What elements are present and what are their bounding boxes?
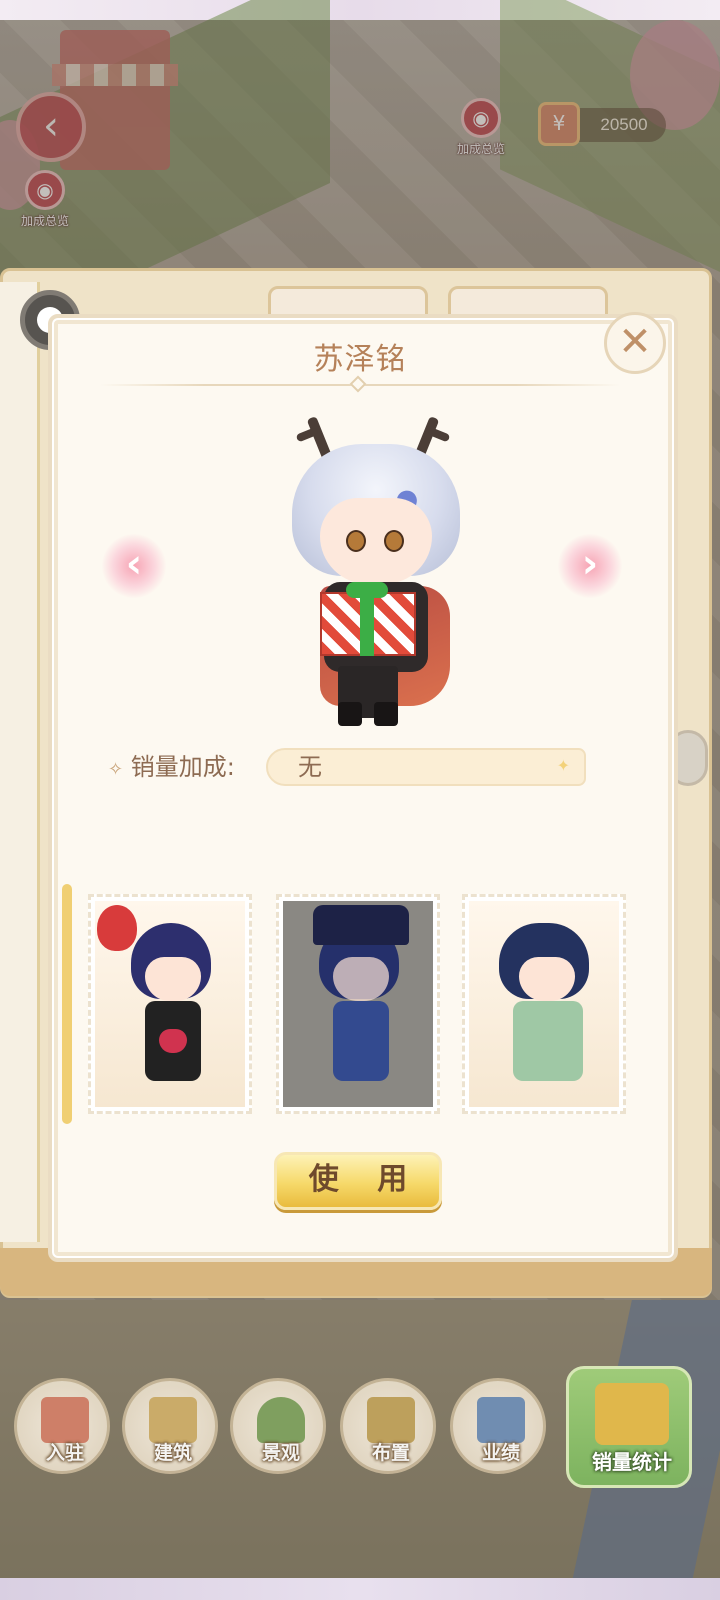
nav-building[interactable]: 建筑: [122, 1378, 218, 1474]
bottom-nav: 入驻 建筑 景观 布置 业绩 销量统计: [0, 1366, 720, 1496]
nav-performance[interactable]: 业绩: [450, 1378, 546, 1474]
prev-outfit-button[interactable]: ‹: [102, 534, 166, 598]
mini-body: [333, 1001, 389, 1081]
nav-label: 布置: [371, 1442, 410, 1464]
outfit-card[interactable]: [88, 894, 252, 1114]
sales-bonus-value: 无: [298, 753, 322, 781]
nav-label: 业绩: [481, 1442, 520, 1464]
tree-icon: [257, 1397, 305, 1443]
sparkle-icon: ✧: [108, 759, 124, 780]
nav-landscape[interactable]: 景观: [230, 1378, 326, 1474]
sales-bonus-label-text: 销量加成:: [130, 753, 235, 781]
nav-label: 入驻: [45, 1442, 84, 1464]
portrait-eye: [384, 530, 404, 552]
gift-bow: [346, 582, 388, 598]
chevron-right-icon: ›: [581, 541, 599, 587]
chevron-left-icon: ‹: [125, 541, 143, 587]
portrait-boot: [338, 702, 362, 726]
mini-face: [145, 957, 201, 1001]
mini-body: [513, 1001, 583, 1081]
nav-decorate[interactable]: 布置: [340, 1378, 436, 1474]
sales-stats-button[interactable]: 销量统计: [566, 1366, 692, 1488]
gift-ribbon: [360, 592, 374, 656]
decor-icon: [367, 1397, 415, 1443]
mini-face: [519, 957, 575, 1001]
portrait-eye: [346, 530, 366, 552]
shop-icon: [41, 1397, 89, 1443]
building-icon: [149, 1397, 197, 1443]
status-bar: [0, 0, 720, 20]
outfit-thumbnail: [95, 901, 245, 1107]
outfit-thumbnail: [469, 901, 619, 1107]
sales-stats-icon: [595, 1383, 669, 1445]
sales-bonus-row: ✧ 销量加成: 无 ✦: [108, 746, 608, 788]
sales-bonus-value-box: 无 ✦: [266, 748, 586, 786]
gesture-bar: [0, 1578, 720, 1600]
close-icon: ✕: [618, 319, 652, 365]
nav-settle-in[interactable]: 入驻: [14, 1378, 110, 1474]
book-page: [0, 282, 40, 1242]
next-outfit-button[interactable]: ›: [558, 534, 622, 598]
portrait-boot: [374, 702, 398, 726]
balloon-icon: [97, 905, 137, 951]
chart-icon: [477, 1397, 525, 1443]
close-button[interactable]: ✕: [604, 312, 666, 374]
outfit-card[interactable]: [276, 894, 440, 1114]
sales-bonus-label: ✧ 销量加成:: [108, 746, 235, 791]
hat-icon: [313, 905, 409, 945]
use-button[interactable]: 使 用: [274, 1152, 442, 1210]
sales-stats-label: 销量统计: [592, 1450, 672, 1474]
heart-icon: [159, 1029, 187, 1053]
sparkle-icon: ✦: [556, 756, 570, 775]
outfit-thumbnail: [283, 901, 433, 1107]
mini-face: [333, 957, 389, 1001]
portrait-face: [320, 498, 432, 584]
nav-label: 景观: [261, 1442, 300, 1464]
character-portrait: [280, 410, 470, 732]
outfit-selector-indicator: [62, 884, 72, 1124]
outfit-card[interactable]: [462, 894, 626, 1114]
nav-label: 建筑: [153, 1442, 192, 1464]
